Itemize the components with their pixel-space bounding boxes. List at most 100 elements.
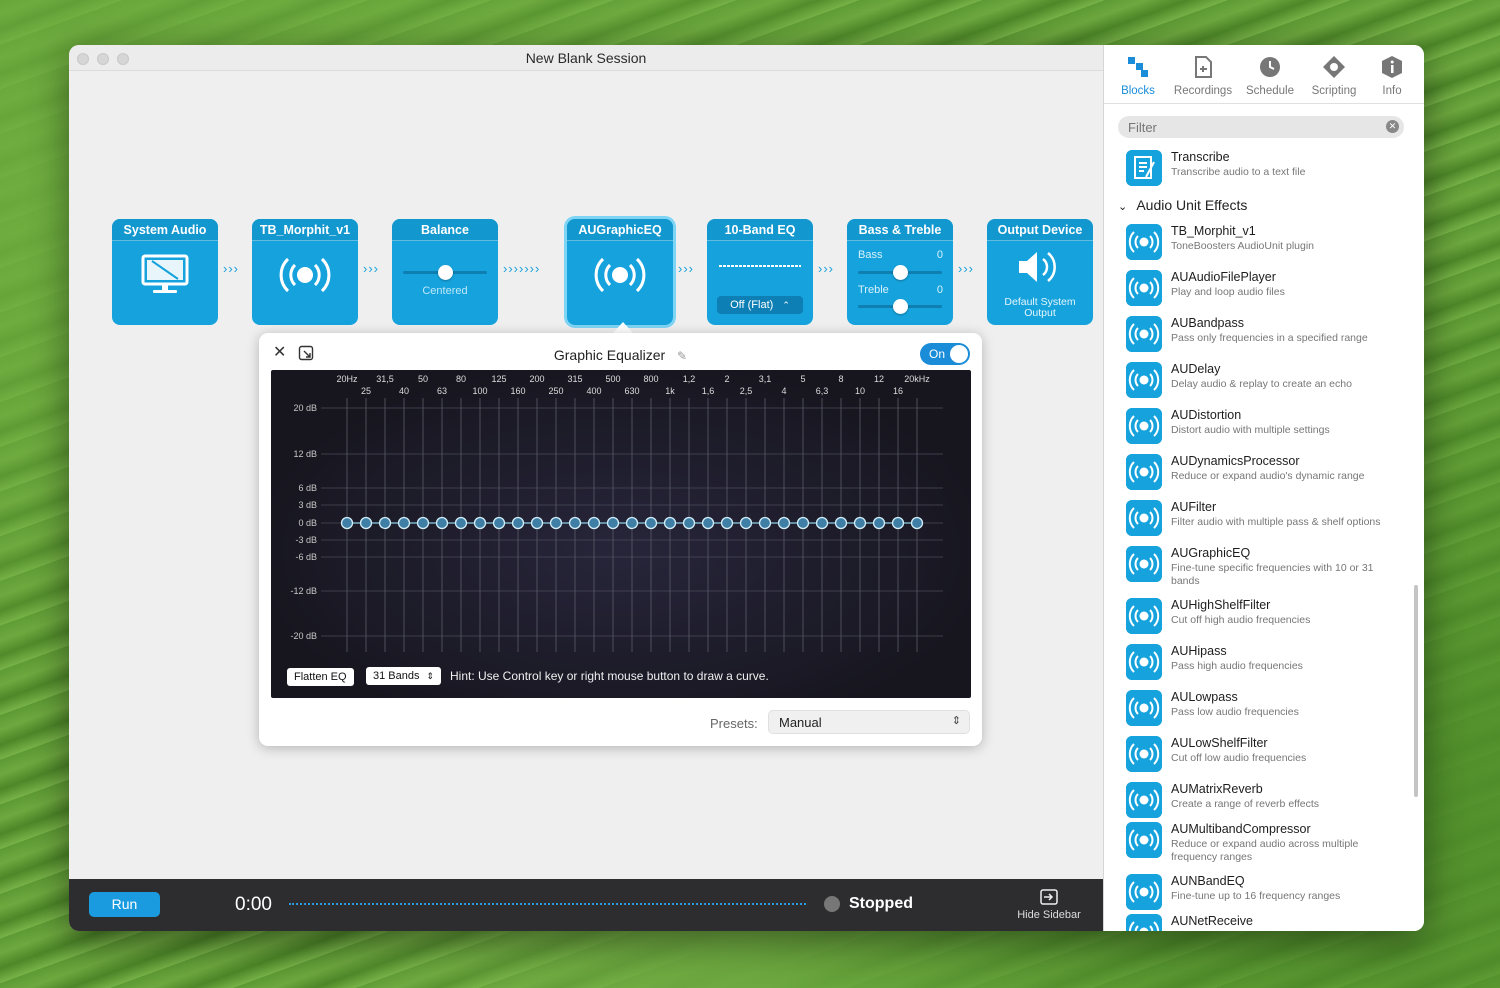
eq-band-handle[interactable]	[378, 516, 392, 530]
eq-band-handle[interactable]	[568, 516, 582, 530]
eq-band-handle[interactable]	[359, 516, 373, 530]
list-item[interactable]: AUNBandEQ Fine-tune up to 16 frequency ra…	[1126, 872, 1424, 916]
bands-select[interactable]: 31 Bands ⇕	[366, 667, 442, 685]
eq-band-handle[interactable]	[397, 516, 411, 530]
eq-band-handle[interactable]	[701, 516, 715, 530]
pencil-icon[interactable]: ✎	[677, 349, 687, 363]
eq-band-handle[interactable]	[492, 516, 506, 530]
item-name: AUNetReceive	[1171, 914, 1253, 928]
item-name: TB_Morphit_v1	[1171, 224, 1256, 238]
progress-track[interactable]	[289, 903, 806, 905]
list-item[interactable]: AUDelay Delay audio & replay to create an…	[1126, 360, 1424, 404]
eq-band-handle[interactable]	[815, 516, 829, 530]
treble-value: 0	[936, 284, 943, 296]
eq-band-handle[interactable]	[910, 516, 924, 530]
frequency-label: 200	[529, 374, 544, 384]
list-item[interactable]: AUDynamicsProcessor Reduce or expand audi…	[1126, 452, 1424, 496]
list-item[interactable]: AUMultibandCompressor Reduce or expand au…	[1126, 820, 1424, 864]
tab-info[interactable]: Info	[1374, 55, 1410, 97]
list-item[interactable]: AULowpass Pass low audio frequencies	[1126, 688, 1424, 732]
flatten-eq-button[interactable]: Flatten EQ	[287, 668, 354, 686]
eq-band-handle[interactable]	[720, 516, 734, 530]
list-item[interactable]: AUNetReceive	[1126, 912, 1424, 931]
frequency-label: 20kHz	[904, 374, 930, 384]
list-item[interactable]: AUMatrixReverb Create a range of reverb e…	[1126, 780, 1424, 824]
db-label: -12 dB	[290, 586, 317, 596]
item-name: AUFilter	[1171, 500, 1217, 514]
chevron-updown-icon: ⇕	[426, 671, 435, 681]
eq-band-handle[interactable]	[454, 516, 468, 530]
bass-slider-knob[interactable]	[893, 265, 908, 280]
eq-graph-svg[interactable]: 20 dB 12 dB 6 dB 3 dB 0 dB -3 dB -6 dB -12 dB -2…	[271, 370, 971, 698]
panel-pointer	[613, 322, 633, 333]
eq-band-handle[interactable]	[644, 516, 658, 530]
run-button[interactable]: Run	[89, 892, 160, 917]
item-description: Reduce or expand audio across multiple f…	[1171, 838, 1359, 863]
audio-unit-icon	[1126, 408, 1162, 444]
eq-band-handle[interactable]	[473, 516, 487, 530]
block-tb-morphit[interactable]: TB_Morphit_v1	[252, 219, 358, 325]
list-item[interactable]: AUGraphicEQ Fine-tune specific frequencie…	[1126, 544, 1424, 588]
item-name: AUMultibandCompressor	[1171, 822, 1311, 836]
eq-graph[interactable]: 20 dB 12 dB 6 dB 3 dB 0 dB -3 dB -6 dB -12 dB -2…	[271, 370, 971, 698]
eq-band-handle[interactable]	[872, 516, 886, 530]
eq-on-toggle[interactable]: On	[920, 343, 970, 365]
eq-band-handle[interactable]	[834, 516, 848, 530]
tab-blocks[interactable]: Blocks	[1114, 55, 1162, 97]
list-item[interactable]: AUAudioFilePlayer Play and loop audio fil…	[1126, 268, 1424, 312]
clear-filter-icon[interactable]: ✕	[1386, 120, 1399, 133]
eq-band-handle[interactable]	[739, 516, 753, 530]
eq-band-handle[interactable]	[758, 516, 772, 530]
list-item[interactable]: AUFilter Filter audio with multiple pass …	[1126, 498, 1424, 542]
eq-band-handle[interactable]	[891, 516, 905, 530]
tab-schedule[interactable]: Schedule	[1242, 55, 1298, 97]
eq-band-handle[interactable]	[796, 516, 810, 530]
eq-band-handle[interactable]	[587, 516, 601, 530]
filter-field[interactable]: ✕	[1118, 116, 1404, 138]
eq-band-handle[interactable]	[340, 516, 354, 530]
eq-preset-select[interactable]: Off (Flat) ⌃	[717, 296, 803, 314]
tab-recordings[interactable]: Recordings	[1170, 55, 1236, 97]
filter-input[interactable]	[1128, 119, 1378, 135]
block-output-device[interactable]: Output Device Default System Output	[987, 219, 1093, 325]
block-system-audio[interactable]: System Audio	[112, 219, 218, 325]
eq-band-handle[interactable]	[549, 516, 563, 530]
frequency-label: 400	[586, 386, 601, 396]
list-item-transcribe[interactable]: Transcribe Transcribe audio to a text fi…	[1126, 148, 1424, 192]
eq-title-row: Graphic Equalizer ✎	[259, 347, 982, 363]
eq-curve-icon	[719, 265, 801, 267]
eq-band-handle[interactable]	[416, 516, 430, 530]
db-label: 3 dB	[298, 500, 317, 510]
block-bass-treble[interactable]: Bass & Treble Bass 0 Treble 0	[847, 219, 953, 325]
list-item[interactable]: AULowShelfFilter Cut off low audio freque…	[1126, 734, 1424, 778]
eq-band-handle[interactable]	[511, 516, 525, 530]
item-name: AUAudioFilePlayer	[1171, 270, 1276, 284]
eq-band-handle[interactable]	[435, 516, 449, 530]
list-item[interactable]: AUHighShelfFilter Cut off high audio freq…	[1126, 596, 1424, 640]
eq-band-handle[interactable]	[663, 516, 677, 530]
sidebar-scrollbar[interactable]	[1414, 585, 1418, 797]
db-label: -6 dB	[295, 552, 317, 562]
eq-band-handle[interactable]	[777, 516, 791, 530]
treble-slider-knob[interactable]	[893, 299, 908, 314]
presets-select[interactable]: Manual ⇕	[768, 710, 970, 734]
eq-band-handle[interactable]	[625, 516, 639, 530]
tab-scripting[interactable]: Scripting	[1306, 55, 1362, 97]
eq-band-handle[interactable]	[606, 516, 620, 530]
list-item[interactable]: TB_Morphit_v1 ToneBoosters AudioUnit plug…	[1126, 222, 1424, 266]
block-augraphiceq[interactable]: AUGraphicEQ	[567, 219, 673, 325]
block-10-band-eq[interactable]: 10-Band EQ Off (Flat) ⌃	[707, 219, 813, 325]
connector-arrows: ›››	[363, 261, 379, 276]
balance-slider-knob[interactable]	[438, 265, 453, 280]
tab-label: Info	[1382, 85, 1402, 97]
list-item[interactable]: AUDistortion Distort audio with multiple …	[1126, 406, 1424, 450]
audio-unit-icon	[594, 257, 646, 293]
list-item[interactable]: AUHipass Pass high audio frequencies	[1126, 642, 1424, 686]
eq-band-handle[interactable]	[853, 516, 867, 530]
eq-band-handle[interactable]	[530, 516, 544, 530]
hide-sidebar-button[interactable]: Hide Sidebar	[1009, 889, 1089, 921]
eq-band-handle[interactable]	[682, 516, 696, 530]
block-balance[interactable]: Balance Centered	[392, 219, 498, 325]
list-item[interactable]: AUBandpass Pass only frequencies in a spe…	[1126, 314, 1424, 358]
section-header-audio-unit-effects[interactable]: ⌄ Audio Unit Effects	[1118, 197, 1247, 213]
